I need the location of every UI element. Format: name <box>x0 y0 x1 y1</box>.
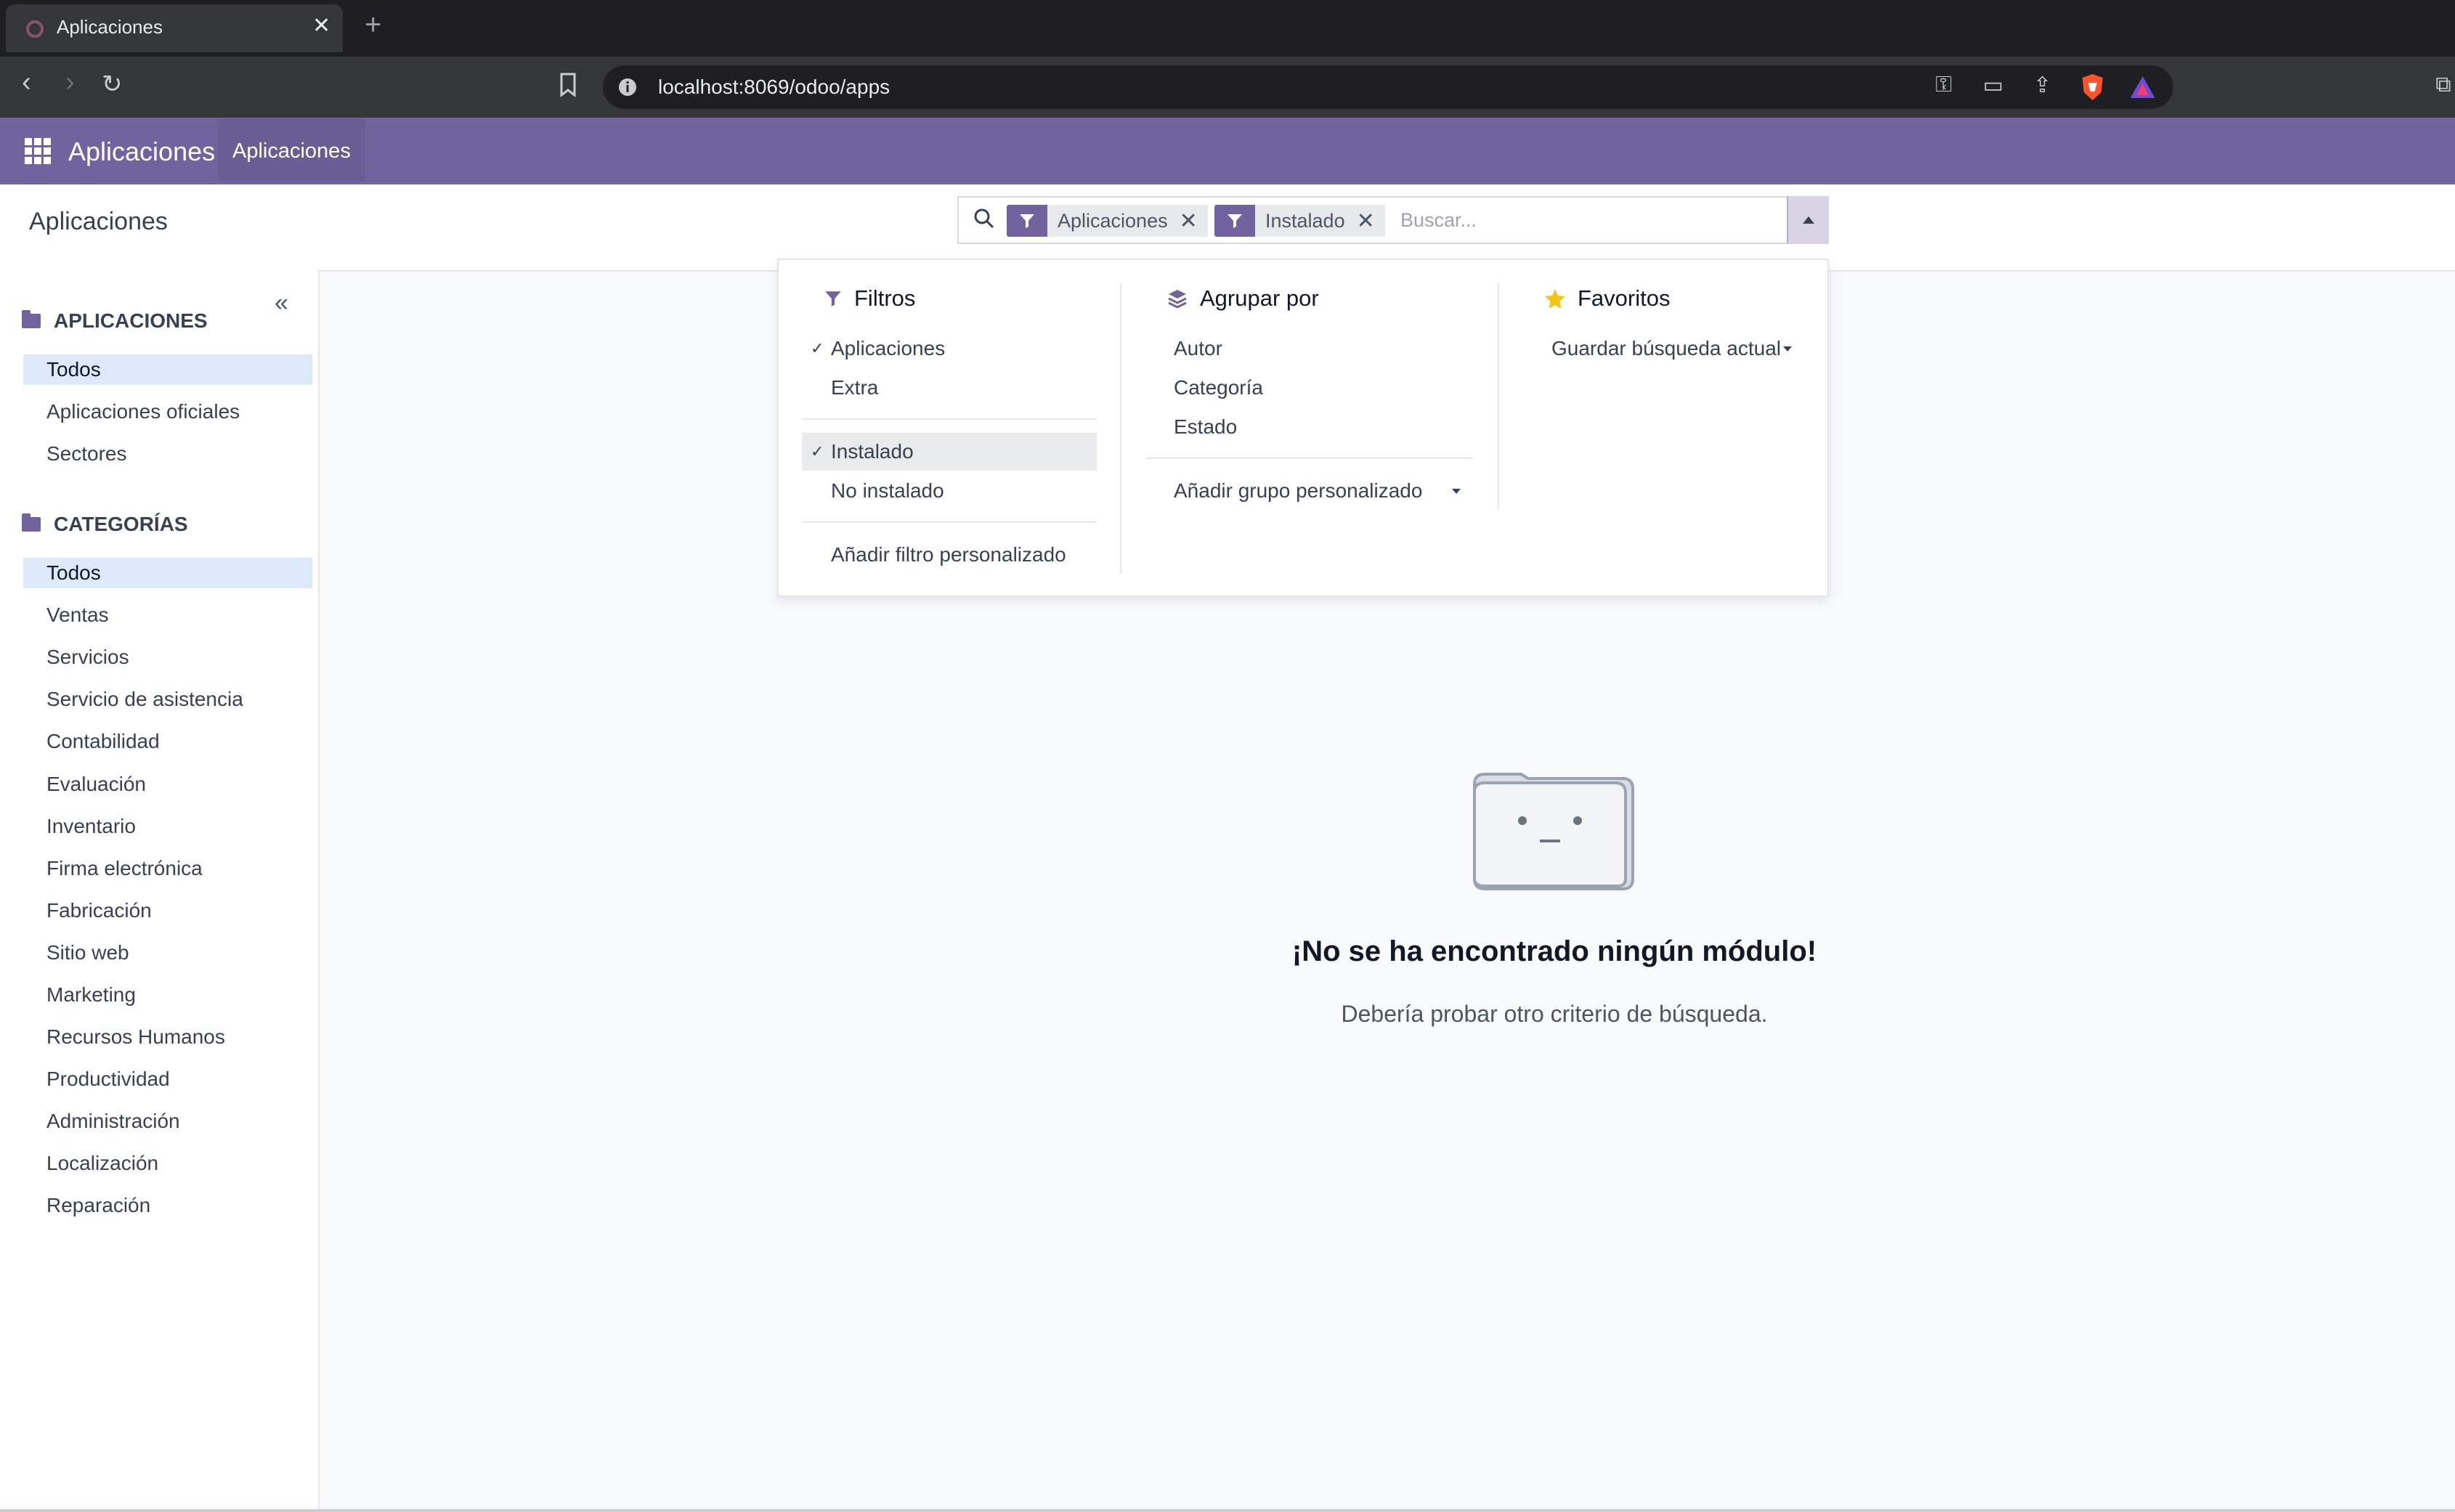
sidebar-item-aplicaciones-oficiales[interactable]: Aplicaciones oficiales <box>23 397 312 427</box>
sidebar-item-localizacion[interactable]: Localización <box>23 1148 312 1179</box>
facet-aplicaciones[interactable]: Aplicaciones ✕ <box>1007 205 1208 237</box>
group-by-header: Agrupar por <box>1166 285 1319 312</box>
group-by-estado[interactable]: Estado <box>1146 408 1473 446</box>
empty-state-subtitle: Debería probar otro criterio de búsqueda… <box>1341 1001 1768 1027</box>
empty-folder-illustration <box>1470 770 1637 892</box>
apps-menu-icon[interactable] <box>25 138 51 164</box>
filters-divider <box>802 521 1097 523</box>
check-icon: ✓ <box>811 442 824 460</box>
facet-label: Instalado <box>1265 209 1345 232</box>
folder-icon <box>22 310 41 328</box>
sidebar-item-administracion[interactable]: Administración <box>23 1106 312 1137</box>
caret-down-icon <box>1783 346 1792 351</box>
facet-remove-icon[interactable]: ✕ <box>1357 208 1385 234</box>
share-icon[interactable]: ⇪ <box>2028 73 2057 102</box>
sidebar-item-evaluacion[interactable]: Evaluación <box>23 769 312 800</box>
sidebar-item-productividad[interactable]: Productividad <box>23 1064 312 1094</box>
back-icon[interactable]: ‹ <box>22 67 31 98</box>
sidebar-item-firma-electronica[interactable]: Firma electrónica <box>23 853 312 884</box>
sidebar-item-fabricacion[interactable]: Fabricación <box>23 895 312 926</box>
tab-close-icon[interactable]: ✕ <box>312 13 330 38</box>
sidebar-item-todos[interactable]: Todos <box>23 354 312 385</box>
sidebar-item-inventario[interactable]: Inventario <box>23 811 312 842</box>
sidebar-item-ventas[interactable]: Ventas <box>23 600 312 630</box>
folder-icon <box>22 513 41 532</box>
group-by-categoria[interactable]: Categoría <box>1146 369 1473 407</box>
empty-state-title: ¡No se ha encontrado ningún módulo! <box>1291 935 1817 967</box>
brave-rewards-icon[interactable] <box>2128 74 2157 100</box>
favorites-header: Favoritos <box>1544 285 1670 312</box>
sidebar-item-contabilidad[interactable]: Contabilidad <box>23 726 312 757</box>
key-icon[interactable]: ⚿ <box>1929 73 1958 102</box>
extensions-icon[interactable]: ⧉ <box>2429 73 2455 102</box>
navbar-menu-apps[interactable]: Aplicaciones <box>218 119 365 182</box>
reload-icon[interactable]: ↻ <box>102 70 123 99</box>
sidebar-item-recursos-humanos[interactable]: Recursos Humanos <box>23 1022 312 1052</box>
bottom-border <box>0 1509 2455 1512</box>
sidebar-item-sectores[interactable]: Sectores <box>23 439 312 469</box>
filter-option-extra[interactable]: Extra <box>802 369 1097 407</box>
sidebar-item-reparacion[interactable]: Reparación <box>23 1190 312 1221</box>
facet-remove-icon[interactable]: ✕ <box>1180 208 1208 234</box>
add-custom-filter[interactable]: Añadir filtro personalizado <box>802 536 1097 574</box>
star-icon <box>1545 289 1565 309</box>
check-icon: ✓ <box>811 339 824 357</box>
caret-up-icon <box>1803 216 1814 224</box>
filters-header: Filtros <box>824 285 915 312</box>
search-icon <box>973 208 995 229</box>
tab-title: Aplicaciones <box>57 16 163 38</box>
column-divider <box>1498 283 1499 510</box>
brave-shield-icon[interactable] <box>2080 73 2105 102</box>
caret-down-icon <box>1452 489 1461 494</box>
odoo-navbar <box>0 118 2455 184</box>
search-options-toggle[interactable] <box>1787 196 1829 244</box>
filter-option-aplicaciones[interactable]: ✓ Aplicaciones <box>802 330 1097 367</box>
forward-icon[interactable]: › <box>65 67 75 98</box>
new-tab-icon[interactable]: + <box>365 9 381 41</box>
sidebar-section-apps-title: APLICACIONES <box>22 309 208 333</box>
cast-icon[interactable]: ▭ <box>1979 73 2008 102</box>
navbar-brand[interactable]: Aplicaciones <box>68 137 215 167</box>
save-current-search[interactable]: Guardar búsqueda actual <box>1524 330 1814 367</box>
filter-icon <box>1214 205 1255 237</box>
group-by-divider <box>1146 458 1473 459</box>
filter-option-no-instalado[interactable]: No instalado <box>802 472 1097 510</box>
layers-icon <box>1168 290 1187 309</box>
facet-label: Aplicaciones <box>1058 209 1168 232</box>
sidebar-item-sitio-web[interactable]: Sitio web <box>23 938 312 968</box>
add-custom-group-select[interactable]: Añadir grupo personalizado <box>1146 472 1473 510</box>
column-divider <box>1120 283 1121 574</box>
group-by-autor[interactable]: Autor <box>1146 330 1473 367</box>
filter-icon <box>825 291 841 306</box>
bookmark-icon[interactable] <box>559 73 577 98</box>
sidebar-item-servicio-asistencia[interactable]: Servicio de asistencia <box>23 684 312 715</box>
tab-favicon-icon <box>26 20 44 38</box>
filter-option-instalado[interactable]: ✓ Instalado <box>802 433 1097 471</box>
breadcrumb: Aplicaciones <box>29 208 168 235</box>
site-info-icon[interactable] <box>617 77 638 97</box>
sidebar-section-categories-title: CATEGORÍAS <box>22 513 188 536</box>
filter-icon <box>1007 205 1047 237</box>
sidebar-item-servicios[interactable]: Servicios <box>23 642 312 672</box>
sidebar-item-marketing[interactable]: Marketing <box>23 980 312 1010</box>
search-input[interactable]: Buscar... <box>1400 209 1477 232</box>
sidebar-item-todos-categorias[interactable]: Todos <box>23 558 312 588</box>
collapse-sidebar-icon[interactable]: « <box>275 289 288 317</box>
url-text: localhost:8069/odoo/apps <box>658 76 890 98</box>
filters-divider <box>802 418 1097 420</box>
facet-instalado[interactable]: Instalado ✕ <box>1214 205 1385 237</box>
